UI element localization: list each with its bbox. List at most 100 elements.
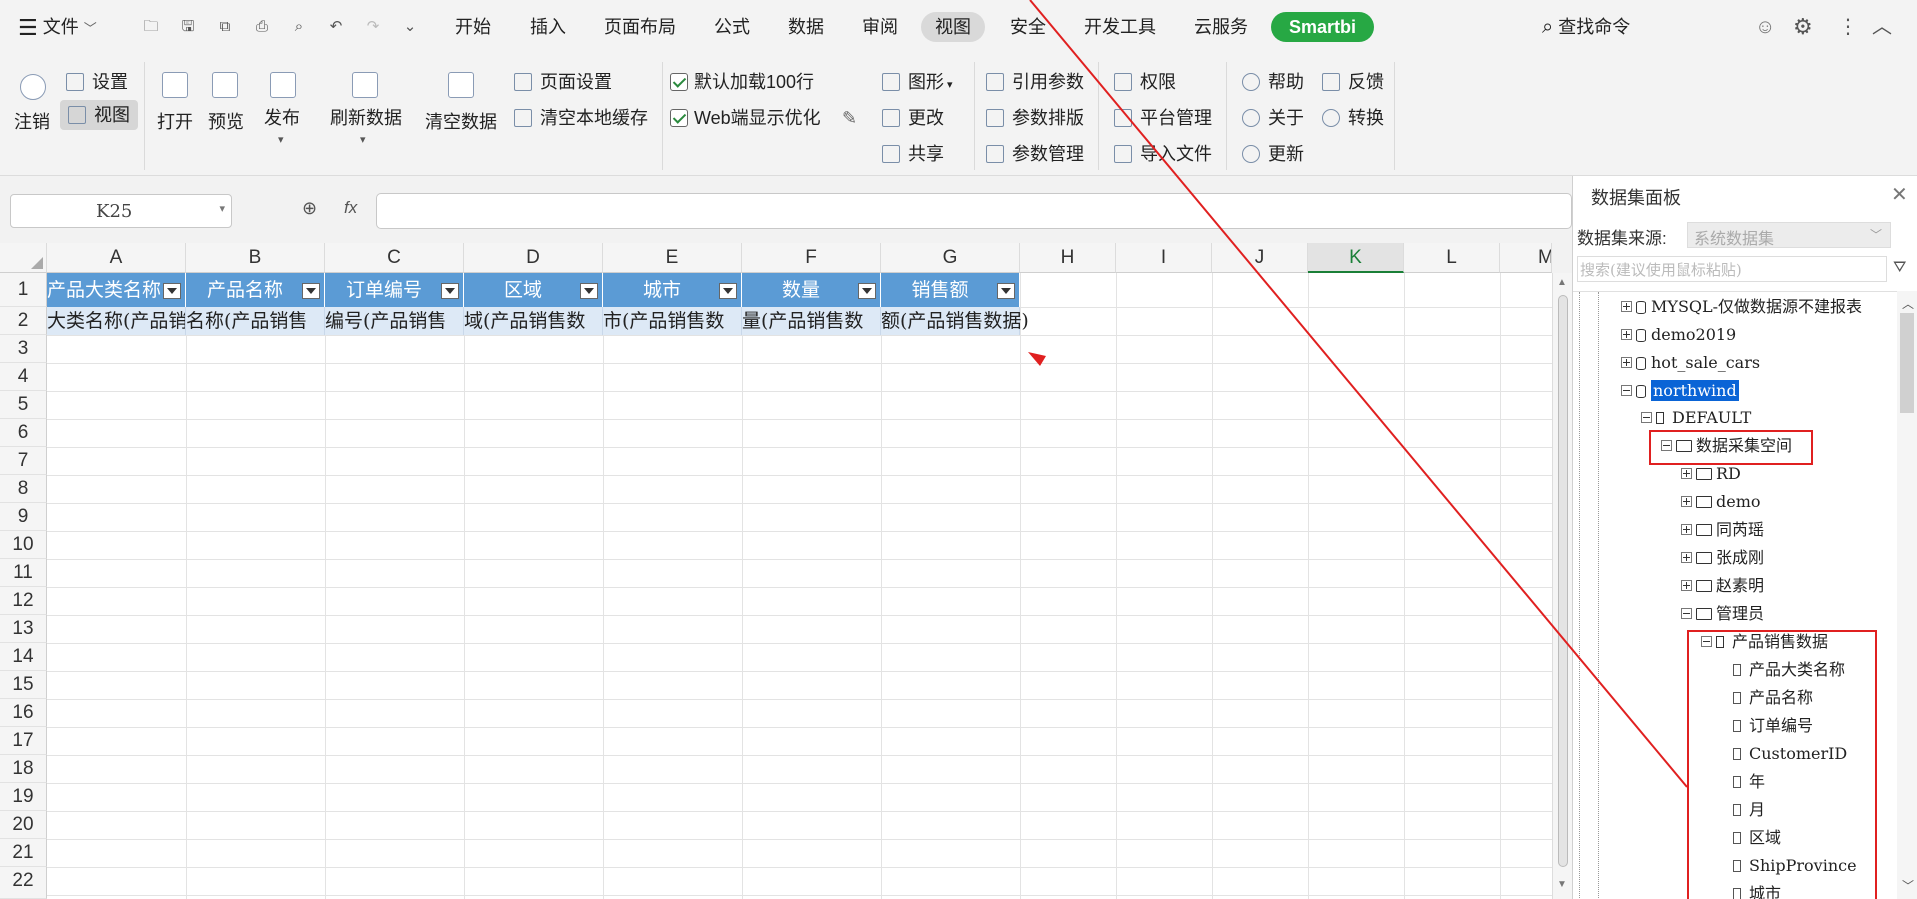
row-header[interactable]: 11 (0, 559, 47, 587)
search-input[interactable]: 搜索(建议使用鼠标粘贴) (1577, 256, 1887, 282)
expand-icon[interactable] (1681, 552, 1692, 563)
scroll-up-icon[interactable]: ︿ (1902, 295, 1914, 312)
row-header[interactable]: 10 (0, 531, 47, 559)
data-cell[interactable]: 名称(产品销售 (186, 307, 325, 335)
open-button[interactable]: 打开 (157, 110, 193, 134)
tab-cloud[interactable]: 云服务 (1194, 0, 1248, 54)
column-header-active[interactable]: K (1308, 243, 1404, 273)
tab-start[interactable]: 开始 (455, 0, 491, 54)
file-menu[interactable]: ☰ 文件 ﹀ (18, 0, 97, 54)
column-header[interactable]: I (1116, 243, 1212, 273)
print-icon[interactable]: ⎙ (251, 16, 273, 38)
row-header[interactable]: 8 (0, 475, 47, 503)
name-box[interactable]: K25 ▾ (10, 194, 232, 228)
data-cell[interactable]: 量(产品销售数 (742, 307, 881, 335)
spreadsheet-grid[interactable]: 产品大类名称 产品名称 订单编号 区域 城市 数量 销售额 大类名称(产品销 名… (47, 273, 1552, 899)
row-header[interactable]: 1 (0, 273, 47, 307)
expand-icon[interactable] (1681, 496, 1692, 507)
row-header[interactable]: 13 (0, 615, 47, 643)
print-preview-icon[interactable]: ⌕ (288, 16, 310, 38)
header-cell[interactable]: 订单编号 (325, 273, 464, 307)
close-icon[interactable]: ✕ (1891, 182, 1908, 207)
filter-dropdown-icon[interactable] (719, 283, 737, 299)
expand-icon[interactable] (1681, 524, 1692, 535)
column-header[interactable]: C (325, 243, 464, 273)
collapse-ribbon-icon[interactable]: ︿ (1872, 0, 1892, 54)
row-header[interactable]: 12 (0, 587, 47, 615)
scroll-down-icon[interactable]: ▼ (1557, 879, 1567, 890)
row-header[interactable]: 22 (0, 867, 47, 899)
feedback-button[interactable]: 反馈 (1322, 70, 1384, 94)
scrollbar-thumb[interactable] (1900, 313, 1914, 413)
share-button[interactable]: 共享 (882, 142, 944, 166)
data-cell[interactable]: 编号(产品销售 (325, 307, 464, 335)
platform-button[interactable]: 平台管理 (1114, 106, 1212, 130)
data-cell[interactable]: 域(产品销售数 (464, 307, 603, 335)
filter-dropdown-icon[interactable] (580, 283, 598, 299)
filter-icon[interactable]: ⛛ (1893, 259, 1906, 277)
tree-node[interactable]: demo2019 (1621, 324, 1736, 346)
update-button[interactable]: 更新 (1242, 142, 1304, 166)
gear-icon[interactable]: ⚙ (1793, 0, 1813, 54)
param-layout-button[interactable]: 参数排版 (986, 106, 1084, 130)
row-header[interactable]: 16 (0, 699, 47, 727)
data-cell[interactable]: 大类名称(产品销 (47, 307, 186, 335)
collapse-icon[interactable] (1621, 385, 1632, 396)
filter-dropdown-icon[interactable] (997, 283, 1015, 299)
tab-page-layout[interactable]: 页面布局 (604, 0, 676, 54)
scroll-up-icon[interactable]: ▲ (1557, 277, 1567, 288)
row-header[interactable]: 15 (0, 671, 47, 699)
scrollbar-thumb[interactable] (1558, 295, 1568, 867)
fx-icon[interactable]: fx (344, 198, 357, 218)
refresh-button[interactable]: 刷新数据 (330, 106, 402, 130)
open-folder-icon[interactable]: 🗀 (140, 16, 162, 38)
tree-node[interactable]: MYSQL-仅做数据源不建报表 (1621, 296, 1862, 318)
chat-icon[interactable]: ☺ (1755, 0, 1775, 54)
expand-icon[interactable] (1621, 329, 1632, 340)
ref-param-button[interactable]: 引用参数 (986, 70, 1084, 94)
preview-button[interactable]: 预览 (208, 110, 244, 134)
row-header[interactable]: 14 (0, 643, 47, 671)
tab-formula[interactable]: 公式 (714, 0, 750, 54)
expand-icon[interactable] (1681, 468, 1692, 479)
select-all-corner[interactable] (0, 243, 47, 273)
publish-button[interactable]: 发布 (264, 106, 300, 130)
row-header[interactable]: 19 (0, 783, 47, 811)
expand-icon[interactable] (1681, 580, 1692, 591)
page-setup-button[interactable]: 页面设置 (514, 70, 612, 94)
filter-dropdown-icon[interactable] (302, 283, 320, 299)
column-header[interactable]: A (47, 243, 186, 273)
formula-input[interactable] (376, 193, 1572, 229)
param-manage-button[interactable]: 参数管理 (986, 142, 1084, 166)
data-cell[interactable]: 额(产品销售数据) (881, 307, 1029, 335)
source-select[interactable]: 系统数据集 ﹀ (1687, 222, 1891, 248)
column-header[interactable]: H (1020, 243, 1116, 273)
tree-node[interactable]: demo (1681, 491, 1761, 513)
header-cell[interactable]: 产品名称 (186, 273, 325, 307)
help-button[interactable]: 帮助 (1242, 70, 1304, 94)
web-optimize-checkbox[interactable]: Web端显示优化 (670, 106, 821, 130)
collapse-icon[interactable] (1681, 608, 1692, 619)
filter-dropdown-icon[interactable] (163, 283, 181, 299)
data-cell[interactable]: 市(产品销售数 (603, 307, 742, 335)
header-cell[interactable]: 销售额 (881, 273, 1020, 307)
save-icon[interactable]: 🖫 (177, 16, 199, 38)
tab-developer[interactable]: 开发工具 (1084, 0, 1156, 54)
column-header[interactable]: F (742, 243, 881, 273)
pencil-icon[interactable]: ✎ (842, 106, 857, 130)
zoom-icon[interactable]: ⊕ (302, 198, 317, 219)
header-cell[interactable]: 城市 (603, 273, 742, 307)
collapse-icon[interactable] (1641, 412, 1652, 423)
column-header[interactable]: M (1500, 243, 1552, 273)
row-header[interactable]: 2 (0, 307, 47, 335)
more-icon[interactable]: ⋮ (1838, 0, 1858, 54)
redo-icon[interactable]: ↷ (362, 16, 384, 38)
vertical-scrollbar[interactable]: ▲ ▼ (1552, 273, 1572, 899)
clear-cache-button[interactable]: 清空本地缓存 (514, 106, 648, 130)
header-cell[interactable]: 数量 (742, 273, 881, 307)
scroll-down-icon[interactable]: ﹀ (1902, 877, 1914, 894)
tree-node-selected[interactable]: northwind (1621, 380, 1739, 402)
about-button[interactable]: 关于 (1242, 106, 1304, 130)
refresh-dropdown-icon[interactable]: ▾ (360, 128, 366, 152)
tab-view[interactable]: 视图 (921, 12, 985, 42)
